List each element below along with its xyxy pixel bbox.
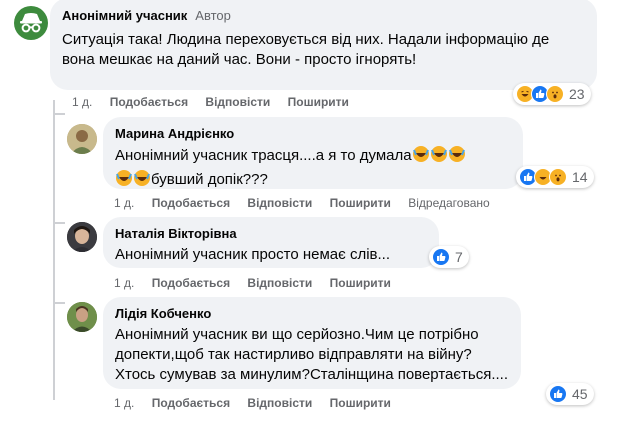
reaction-summary-3[interactable]: 7 <box>429 246 469 268</box>
profile-photo-icon <box>67 222 97 252</box>
comment-bubble-1: Анонімний учасник Автор Ситуація така! Лю… <box>50 0 597 90</box>
reply-button-3[interactable]: Відповісти <box>247 276 312 290</box>
thread-line-main <box>53 100 55 400</box>
wow-icon <box>546 85 564 103</box>
comment-text-2-line2: бувший допік??? <box>151 171 268 188</box>
share-button-1[interactable]: Поширити <box>288 95 349 109</box>
share-button-2[interactable]: Поширити <box>330 196 391 210</box>
thread-line-branch-1 <box>53 113 65 115</box>
comment-text-3: Анонімний учасник просто немає слів... <box>115 246 390 263</box>
comment-actions-2: 1 д. Подобається Відповісти Поширити Від… <box>114 196 504 210</box>
avatar-maryna[interactable] <box>67 124 97 154</box>
reply-button-2[interactable]: Відповісти <box>247 196 312 210</box>
profile-photo-icon <box>67 124 97 154</box>
reaction-summary-1[interactable]: 23 <box>513 83 591 105</box>
like-icon <box>549 385 567 403</box>
comment-time-1[interactable]: 1 д. <box>72 95 92 109</box>
comment-time-3[interactable]: 1 д. <box>114 276 134 290</box>
comment-author-2[interactable]: Марина Андрієнко <box>115 126 511 142</box>
comment-actions-1: 1 д. Подобається Відповісти Поширити <box>72 95 363 109</box>
share-button-3[interactable]: Поширити <box>330 276 391 290</box>
reaction-count-2: 14 <box>572 169 588 185</box>
reaction-count-4: 45 <box>572 386 588 402</box>
like-button-4[interactable]: Подобається <box>152 396 230 410</box>
reply-button-4[interactable]: Відповісти <box>247 396 312 410</box>
comment-actions-4: 1 д. Подобається Відповісти Поширити <box>114 396 405 410</box>
laughing-emoji-icon <box>115 169 151 193</box>
comment-author-3[interactable]: Наталія Вікторівна <box>115 226 427 242</box>
author-badge: Автор <box>195 8 231 23</box>
comment-text-1: Ситуація така! Людина переховується від … <box>62 31 550 68</box>
reaction-summary-2[interactable]: 14 <box>516 166 594 188</box>
laughing-emoji-icon <box>412 145 466 169</box>
share-button-4[interactable]: Поширити <box>330 396 391 410</box>
incognito-icon <box>20 13 42 33</box>
comment-bubble-3: Наталія Вікторівна Анонімний учасник про… <box>103 217 439 268</box>
comment-actions-3: 1 д. Подобається Відповісти Поширити <box>114 276 405 290</box>
avatar-lidiia[interactable] <box>67 302 97 332</box>
like-button-2[interactable]: Подобається <box>152 196 230 210</box>
comment-text-2-line1: Анонімний учасник трасця....а я то думал… <box>115 147 412 164</box>
comment-time-4[interactable]: 1 д. <box>114 396 134 410</box>
reaction-count-1: 23 <box>569 86 585 102</box>
comment-text-4: Анонімний учасник ви що серйозно.Чим це … <box>115 326 508 383</box>
comment-bubble-4: Лідія Кобченко Анонімний учасник ви що с… <box>103 297 521 389</box>
like-button-3[interactable]: Подобається <box>152 276 230 290</box>
reaction-summary-4[interactable]: 45 <box>546 383 594 405</box>
edited-label: Відредаговано <box>408 196 490 210</box>
anonymous-avatar[interactable] <box>14 6 48 40</box>
reaction-count-3: 7 <box>455 249 463 265</box>
profile-photo-icon <box>67 302 97 332</box>
comment-author-4[interactable]: Лідія Кобченко <box>115 306 509 322</box>
thread-line-branch-2 <box>53 222 65 224</box>
like-button-1[interactable]: Подобається <box>110 95 188 109</box>
wow-icon <box>549 168 567 186</box>
comment-time-2[interactable]: 1 д. <box>114 196 134 210</box>
thread-line-branch-3 <box>53 302 65 304</box>
reply-button-1[interactable]: Відповісти <box>205 95 270 109</box>
comment-bubble-2: Марина Андрієнко Анонімний учасник трасц… <box>103 117 523 189</box>
avatar-natalia[interactable] <box>67 222 97 252</box>
comment-author-1[interactable]: Анонімний учасник <box>62 8 187 23</box>
like-icon <box>432 248 450 266</box>
